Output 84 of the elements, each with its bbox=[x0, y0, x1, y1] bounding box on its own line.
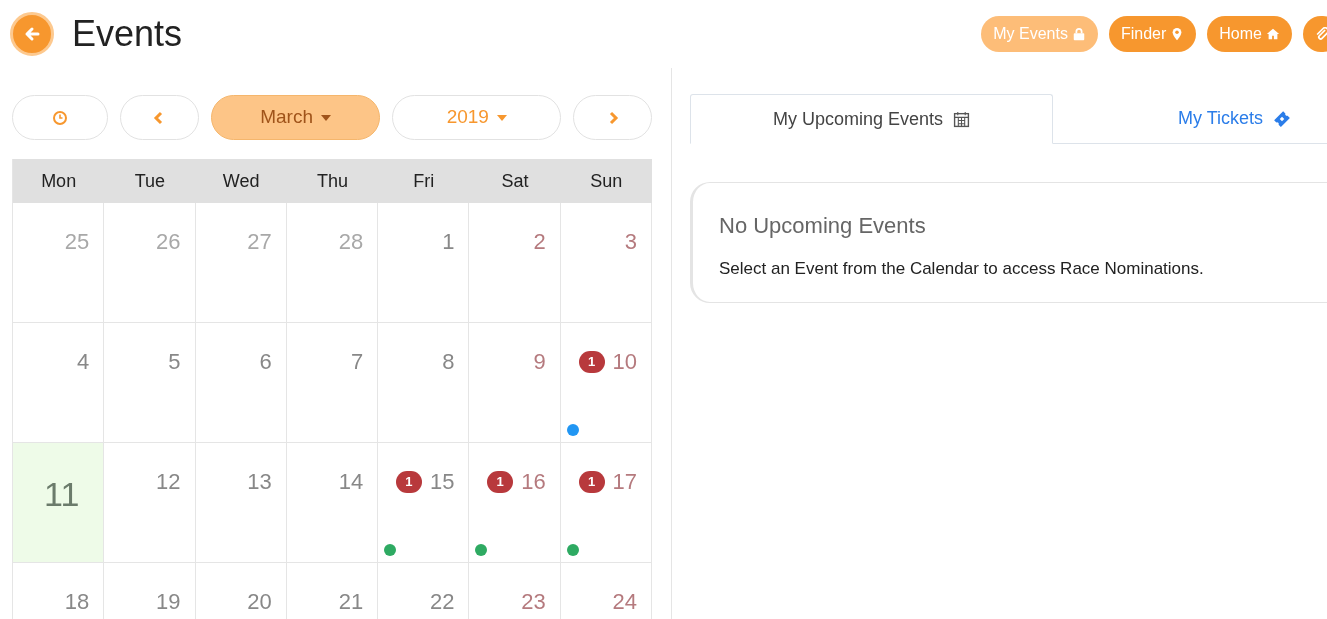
day-cell[interactable]: 24 bbox=[560, 563, 652, 619]
day-cell[interactable]: 1 bbox=[378, 203, 470, 323]
day-number: 12 bbox=[156, 468, 181, 496]
tab[interactable]: My Upcoming Events bbox=[690, 94, 1053, 144]
day-number: 5 bbox=[168, 348, 181, 376]
day-number: 8 bbox=[442, 348, 455, 376]
weekday-header: Mon bbox=[40, 169, 78, 193]
clock-icon bbox=[51, 109, 68, 126]
day-number: 27 bbox=[247, 228, 272, 256]
day-cell[interactable]: 20 bbox=[195, 563, 287, 619]
day-number: 4 bbox=[77, 348, 90, 376]
day-cell[interactable]: 6 bbox=[195, 323, 287, 443]
day-number: 10 bbox=[612, 348, 637, 376]
day-cell[interactable]: 3 bbox=[560, 203, 652, 323]
day-cell[interactable]: 11 bbox=[13, 443, 105, 563]
weekday-header: Sun bbox=[589, 169, 624, 193]
day-number: 26 bbox=[156, 228, 181, 256]
day-number: 24 bbox=[612, 588, 637, 616]
day-cell[interactable]: 19 bbox=[104, 563, 196, 619]
day-number: 2 bbox=[533, 228, 546, 256]
day-cell[interactable]: 1 17 bbox=[560, 443, 652, 563]
tab[interactable]: My Tickets bbox=[1053, 94, 1327, 143]
home-icon bbox=[1266, 27, 1280, 41]
day-number: 7 bbox=[350, 348, 364, 376]
event-count-badge: 1 bbox=[487, 470, 514, 493]
day-number: 6 bbox=[259, 348, 272, 376]
day-number: 11 bbox=[44, 474, 80, 515]
empty-state-heading: No Upcoming Events bbox=[719, 212, 927, 240]
nav-button[interactable]: Finder bbox=[1108, 16, 1197, 52]
event-count-badge: 1 bbox=[395, 470, 422, 493]
empty-state-message: Select an Event from the Calendar to access Race Nominations. bbox=[719, 258, 1205, 280]
day-cell[interactable]: 1 10 bbox=[560, 323, 652, 443]
event-count-badge: 1 bbox=[578, 470, 605, 493]
day-number: 21 bbox=[338, 588, 364, 616]
day-cell[interactable]: 5 bbox=[104, 323, 196, 443]
day-number: 17 bbox=[612, 468, 637, 496]
day-cell[interactable]: 1 15 bbox=[378, 443, 470, 563]
day-number: 13 bbox=[247, 468, 272, 496]
page-title: Events bbox=[72, 12, 183, 56]
day-cell[interactable]: 27 bbox=[195, 203, 287, 323]
day-number: 14 bbox=[338, 468, 364, 496]
day-cell[interactable]: 26 bbox=[104, 203, 196, 323]
day-number: 20 bbox=[247, 588, 272, 616]
day-number: 1 bbox=[442, 228, 455, 256]
day-cell[interactable]: 7 bbox=[286, 323, 379, 443]
day-number: 15 bbox=[429, 468, 455, 496]
day-cell[interactable]: 23 bbox=[469, 563, 561, 619]
ticket-icon bbox=[1273, 109, 1291, 128]
day-number: 19 bbox=[156, 588, 181, 616]
day-number: 9 bbox=[533, 348, 546, 376]
paperclip-icon bbox=[1315, 27, 1327, 41]
day-number: 22 bbox=[429, 588, 455, 616]
back-arrow-icon bbox=[24, 26, 40, 42]
caret-icon bbox=[496, 114, 507, 121]
weekday-header: Fri bbox=[412, 169, 436, 193]
day-cell[interactable]: 21 bbox=[286, 563, 379, 619]
day-cell[interactable]: 12 bbox=[104, 443, 196, 563]
nav-button[interactable]: Home bbox=[1207, 16, 1292, 52]
day-number: 16 bbox=[521, 468, 546, 496]
calendar-icon bbox=[953, 110, 971, 128]
day-cell[interactable]: 13 bbox=[195, 443, 287, 563]
weekday-header: Sat bbox=[500, 169, 530, 193]
dropdown-button[interactable]: March bbox=[210, 95, 381, 140]
day-cell[interactable]: 8 bbox=[378, 323, 470, 443]
day-cell[interactable]: 25 bbox=[13, 203, 105, 323]
caret-icon bbox=[320, 114, 331, 121]
day-cell[interactable]: 22 bbox=[378, 563, 470, 619]
weekday-header: Wed bbox=[221, 169, 261, 193]
day-number: 28 bbox=[338, 228, 364, 256]
back-button[interactable] bbox=[10, 12, 54, 56]
day-cell[interactable]: 1 16 bbox=[469, 443, 561, 563]
weekday-header: Thu bbox=[315, 169, 349, 193]
day-cell[interactable]: 14 bbox=[286, 443, 379, 563]
day-cell[interactable]: 2 bbox=[469, 203, 561, 323]
day-number: 18 bbox=[64, 588, 90, 616]
day-cell[interactable]: 18 bbox=[13, 563, 105, 619]
lock-icon bbox=[1071, 27, 1086, 41]
day-number: 3 bbox=[624, 228, 637, 256]
event-count-badge: 1 bbox=[578, 350, 605, 373]
day-number: 23 bbox=[521, 588, 546, 616]
day-number: 25 bbox=[64, 228, 90, 256]
day-cell[interactable]: 9 bbox=[469, 323, 561, 443]
weekday-header: Tue bbox=[133, 169, 167, 193]
day-cell[interactable]: 28 bbox=[286, 203, 379, 323]
